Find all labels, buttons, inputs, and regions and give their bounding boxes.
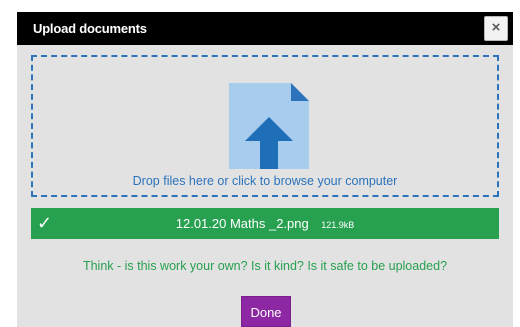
dialog-title: Upload documents (33, 21, 147, 36)
file-size: 121.9kB (321, 220, 355, 230)
dialog-titlebar: Upload documents × (17, 12, 513, 45)
file-dropzone[interactable]: Drop files here or click to browse your … (31, 55, 499, 197)
file-info: 12.01.20 Maths _2.png 121.9kB (31, 208, 499, 239)
file-name: 12.01.20 Maths _2.png (175, 216, 309, 231)
done-button[interactable]: Done (241, 296, 291, 327)
dropzone-text: Drop files here or click to browse your … (132, 174, 398, 188)
upload-notice: Think - is this work your own? Is it kin… (82, 259, 448, 273)
close-button[interactable]: × (484, 16, 508, 41)
upload-file-icon (229, 83, 309, 169)
close-icon: × (491, 19, 501, 36)
uploaded-file-row: ✓ 12.01.20 Maths _2.png 121.9kB (31, 208, 499, 239)
upload-dialog: Upload documents × Drop files here or cl… (17, 12, 513, 327)
